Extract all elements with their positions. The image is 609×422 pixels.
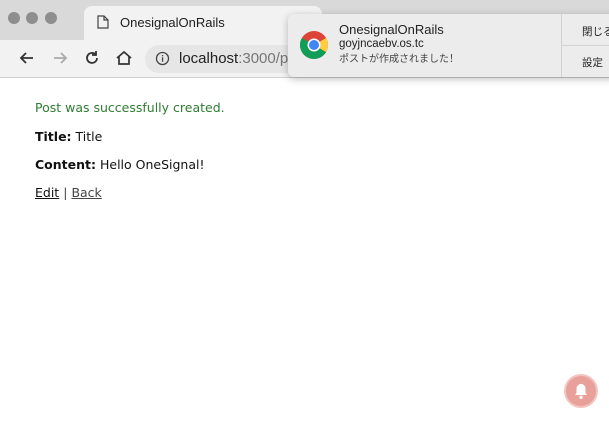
browser-window: OnesignalOnRails localhost:3000/p Post w… [0, 0, 609, 422]
content-value: Hello OneSignal! [99, 157, 205, 172]
notification-settings-button[interactable]: 設定 [582, 55, 603, 70]
notice-message: Post was successfully created. [35, 100, 225, 115]
forward-arrow-icon[interactable] [50, 48, 70, 68]
notification-origin: goyjncaebv.os.tc [339, 38, 424, 50]
reload-icon[interactable] [82, 48, 102, 68]
info-icon[interactable] [155, 51, 170, 71]
content-label: Content: [35, 157, 96, 172]
page-content: Post was successfully created. Title: Ti… [35, 100, 225, 213]
bell-icon [573, 382, 589, 405]
home-icon[interactable] [114, 48, 134, 68]
actions-divider [562, 45, 609, 46]
title-value: Title [75, 129, 103, 144]
close-window-dot[interactable] [8, 12, 20, 24]
notification-title: OnesignalOnRails [339, 22, 444, 37]
notification-body: OnesignalOnRails goyjncaebv.os.tc ポストが作成… [339, 22, 459, 67]
push-notification[interactable]: OnesignalOnRails goyjncaebv.os.tc ポストが作成… [288, 14, 609, 77]
back-arrow-icon[interactable] [17, 48, 37, 68]
title-label: Title: [35, 129, 72, 144]
tab-onesignal[interactable]: OnesignalOnRails [84, 6, 322, 40]
notification-actions: 閉じる 設定 [561, 14, 609, 77]
content-row: Content: Hello OneSignal! [35, 157, 225, 173]
back-link[interactable]: Back [71, 185, 101, 200]
link-separator: | [63, 185, 68, 200]
title-row: Title: Title [35, 129, 225, 145]
url-text: localhost:3000/p [179, 50, 289, 67]
subscription-bell-button[interactable] [566, 376, 596, 406]
edit-link[interactable]: Edit [35, 185, 59, 200]
chrome-icon [299, 30, 329, 65]
notification-message: ポストが作成されました！ [339, 54, 459, 65]
document-icon [97, 15, 109, 34]
maximize-window-dot[interactable] [45, 12, 57, 24]
notification-close-button[interactable]: 閉じる [582, 24, 609, 39]
action-links: Edit | Back [35, 185, 225, 201]
tab-title: OnesignalOnRails [120, 15, 225, 30]
minimize-window-dot[interactable] [26, 12, 38, 24]
